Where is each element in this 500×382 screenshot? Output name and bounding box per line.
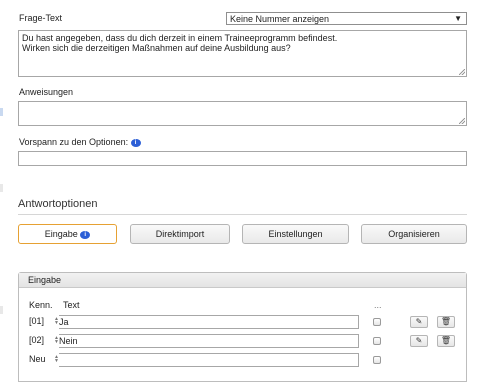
option-text-input[interactable]: Nein	[59, 334, 359, 348]
question-text-line: Wirken sich die derzeitigen Maßnahmen au…	[22, 43, 291, 53]
answer-options-title: Antwortoptionen	[18, 198, 98, 210]
row-code: Neu	[29, 354, 46, 364]
tab-direktimport[interactable]: Direktimport	[130, 224, 230, 244]
column-header-text: Text	[63, 300, 80, 310]
trash-icon: 🗑	[440, 336, 452, 345]
options-intro-label-wrap: Vorspann zu den Optionen: i	[19, 137, 141, 147]
delete-button[interactable]: 🗑	[437, 335, 455, 347]
edit-button[interactable]: ✎	[410, 316, 428, 328]
option-text-input[interactable]: Ja	[59, 315, 359, 329]
edit-button[interactable]: ✎	[410, 335, 428, 347]
delete-button[interactable]: 🗑	[437, 316, 455, 328]
left-edge-marker	[0, 184, 3, 192]
option-text-value: Ja	[59, 317, 69, 327]
tab-label: Direktimport	[155, 229, 205, 239]
edit-icon: ✎	[415, 336, 423, 345]
numbering-select[interactable]: Keine Nummer anzeigen ▼	[226, 12, 467, 25]
left-edge-marker	[0, 108, 3, 116]
column-header-kenn: Kenn.	[29, 300, 53, 310]
tab-organisieren[interactable]: Organisieren	[361, 224, 467, 244]
info-icon[interactable]: i	[130, 138, 141, 147]
resize-handle-icon[interactable]	[459, 69, 465, 75]
left-edge-marker	[0, 306, 3, 314]
row-code: [01]	[29, 316, 45, 326]
tab-label: Einstellungen	[268, 229, 323, 239]
option-text-value: Nein	[59, 336, 78, 346]
info-icon: i	[80, 230, 91, 239]
column-header-more: ...	[374, 300, 382, 310]
panel-header: Eingabe	[19, 273, 466, 288]
option-checkbox[interactable]	[373, 356, 381, 364]
tab-label: Eingabe	[44, 229, 78, 239]
options-intro-input[interactable]	[18, 151, 467, 166]
edit-icon: ✎	[415, 317, 423, 326]
question-textarea[interactable]: Du hast angegeben, dass du dich derzeit …	[18, 30, 467, 77]
option-checkbox[interactable]	[373, 337, 381, 345]
dropdown-arrow-icon: ▼	[454, 14, 462, 23]
question-text-line: Du hast angegeben, dass du dich derzeit …	[22, 33, 338, 43]
row-code: [02]	[29, 335, 45, 345]
numbering-select-value: Keine Nummer anzeigen	[230, 14, 330, 24]
tab-label: Organisieren	[388, 229, 440, 239]
resize-handle-icon[interactable]	[459, 118, 465, 124]
input-panel: Eingabe Kenn. Text ... [01] ▲ ▼ Ja ✎ 🗑 [0…	[18, 272, 467, 382]
tab-eingabe[interactable]: Eingabe i	[18, 224, 117, 244]
option-checkbox[interactable]	[373, 318, 381, 326]
trash-icon: 🗑	[440, 317, 452, 326]
instructions-textarea[interactable]	[18, 101, 467, 126]
instructions-label: Anweisungen	[19, 87, 74, 97]
tab-einstellungen[interactable]: Einstellungen	[242, 224, 349, 244]
section-divider	[18, 214, 467, 215]
options-intro-label: Vorspann zu den Optionen:	[19, 137, 129, 147]
question-label: Frage-Text	[19, 13, 63, 23]
new-option-input[interactable]	[59, 353, 359, 367]
